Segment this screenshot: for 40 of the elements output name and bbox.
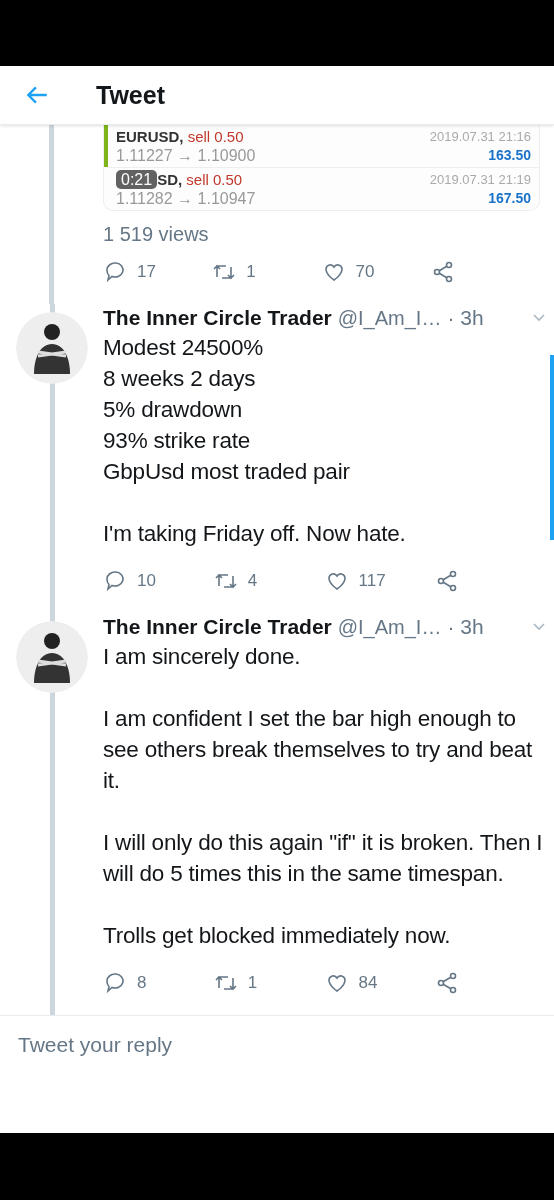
avatar[interactable] xyxy=(15,621,88,693)
author-handle[interactable]: @I_Am_I… xyxy=(337,304,442,332)
tweet-text: I am confident I set the bar high enough to see others break themselves to try and beat it. xyxy=(103,705,534,795)
tweet-text: Modest 24500% 8 weeks 2 days 5% drawdown 93% strike rate GbpUsd most traded pair xyxy=(103,334,351,486)
trade-time: 2019.07.31 21:16 xyxy=(429,128,531,146)
tweet-text: I will only do this again "if" it is broken. Then I will do 5 times this in the same timespan. xyxy=(103,829,544,888)
trade-symbol: EURUSD, xyxy=(116,128,184,145)
reply-icon[interactable] xyxy=(103,569,127,593)
tweet-time: · 3h xyxy=(447,305,484,331)
tweet-text: Trolls get blocked immediately now. xyxy=(103,922,452,950)
tweet-text: I am sincerely done. xyxy=(103,643,302,671)
view-count: 1 519 views xyxy=(103,223,210,246)
retweet-count: 1 xyxy=(247,973,258,993)
reply-count: 8 xyxy=(137,973,147,993)
reply-count: 17 xyxy=(137,262,156,282)
author-name[interactable]: The Inner Circle Trader xyxy=(103,613,332,641)
reply-icon[interactable] xyxy=(103,260,127,284)
tweet-time: · 3h xyxy=(447,614,484,640)
trade-profit: 163.50 xyxy=(487,146,531,165)
like-count: 117 xyxy=(358,571,386,591)
author-name[interactable]: The Inner Circle Trader xyxy=(103,304,332,332)
trade-time: 2019.07.31 21:19 xyxy=(429,171,531,189)
trade-profit: 167.50 xyxy=(487,189,531,208)
trade-side: sell 0.50 xyxy=(187,128,244,145)
tweet-text: I'm taking Friday off. Now hate. xyxy=(103,520,407,548)
author-handle[interactable]: @I_Am_I… xyxy=(337,613,442,641)
avatar[interactable] xyxy=(15,312,88,384)
reply-icon[interactable] xyxy=(103,971,127,995)
retweet-count: 1 xyxy=(246,262,256,282)
reply-field[interactable]: Tweet your reply xyxy=(18,1032,318,1057)
retweet-count: 4 xyxy=(247,571,258,591)
reply-count: 10 xyxy=(137,571,156,591)
like-count: 70 xyxy=(355,262,375,282)
page-title: Tweet xyxy=(96,80,165,110)
trade-prices: 1.11282 → 1.10947 xyxy=(116,189,256,208)
like-count: 84 xyxy=(358,973,378,993)
trade-prices: 1.11227 → 1.10900 xyxy=(116,146,256,165)
trade-symbol: SD, xyxy=(157,171,183,188)
trade-side: sell 0.50 xyxy=(186,171,243,188)
video-timer: 0:21 xyxy=(116,170,158,189)
